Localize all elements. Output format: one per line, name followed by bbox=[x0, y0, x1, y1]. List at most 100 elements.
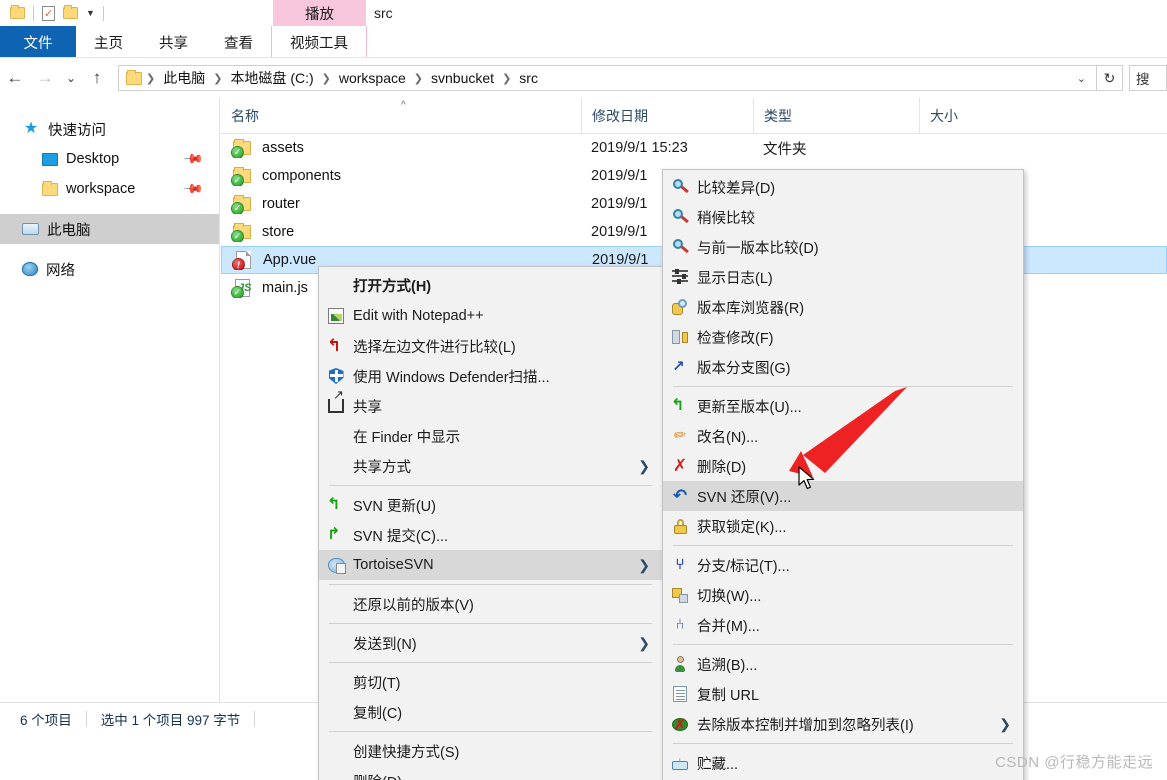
file-date: 2019/9/1 15:23 bbox=[591, 140, 688, 156]
menu-item-label: 删除(D) bbox=[697, 459, 747, 476]
breadcrumb-item-local-disk[interactable]: 本地磁盘 (C:) bbox=[226, 66, 317, 90]
menu-item-select-left-file-compare[interactable]: ↰ 选择左边文件进行比较(L) bbox=[319, 331, 662, 361]
column-header-date[interactable]: 修改日期 bbox=[581, 97, 753, 134]
sidebar-item-label: Desktop bbox=[66, 151, 120, 167]
submenu-item-diff[interactable]: 比较差异(D) bbox=[663, 172, 1023, 202]
folder-icon: ✓ bbox=[231, 138, 253, 158]
submenu-item-revision-graph[interactable]: ↗ 版本分支图(G) bbox=[663, 352, 1023, 382]
chevron-right-icon: ❯ bbox=[638, 556, 650, 573]
folder-icon bbox=[42, 180, 58, 196]
menu-separator bbox=[673, 545, 1013, 546]
sidebar-item-workspace[interactable]: workspace 📌 bbox=[0, 174, 219, 204]
pin-icon[interactable]: 📌 bbox=[182, 178, 204, 201]
menu-separator bbox=[673, 644, 1013, 645]
tab-video-tools[interactable]: 视频工具 bbox=[271, 26, 367, 58]
column-header-label: 类型 bbox=[764, 107, 792, 124]
menu-item-label: 复制(C) bbox=[353, 705, 403, 722]
menu-item-label: SVN 还原(V)... bbox=[697, 489, 792, 506]
address-breadcrumb-bar[interactable]: ❯ 此电脑 ❯ 本地磁盘 (C:) ❯ workspace ❯ svnbucke… bbox=[118, 65, 1097, 91]
status-item-count: 6 个项目 bbox=[20, 712, 72, 728]
submenu-item-check-modifications[interactable]: 检查修改(F) bbox=[663, 322, 1023, 352]
menu-item-open-with[interactable]: 打开方式(H) bbox=[319, 269, 662, 301]
menu-item-svn-commit[interactable]: ↱ SVN 提交(C)... bbox=[319, 520, 662, 550]
column-header-name[interactable]: ^ 名称 bbox=[221, 98, 581, 134]
menu-separator bbox=[329, 731, 652, 732]
menu-item-show-in-finder[interactable]: 在 Finder 中显示 bbox=[319, 421, 662, 451]
chevron-right-icon: ❯ bbox=[999, 715, 1011, 732]
file-name: assets bbox=[262, 140, 304, 156]
sidebar-item-network[interactable]: 网络 bbox=[0, 254, 219, 284]
menu-item-create-shortcut[interactable]: 创建快捷方式(S) bbox=[319, 736, 662, 766]
tab-play-contextual[interactable]: 播放 bbox=[273, 0, 366, 26]
submenu-item-blame[interactable]: 追溯(B)... bbox=[663, 649, 1023, 679]
table-row[interactable]: ✓ assets 2019/9/1 15:23 文件夹 bbox=[221, 134, 1167, 162]
sidebar-item-this-pc[interactable]: 此电脑 bbox=[0, 214, 219, 244]
refresh-icon[interactable]: ↻ bbox=[1097, 65, 1123, 91]
submenu-item-stash[interactable]: ↓ 贮藏... bbox=[663, 748, 1023, 778]
status-selection-info: 选中 1 个项目 997 字节 bbox=[100, 712, 241, 728]
window-title: src bbox=[374, 0, 393, 26]
menu-item-tortoisesvn[interactable]: TortoiseSVN ❯ bbox=[319, 550, 662, 580]
breadcrumb-item-src[interactable]: src bbox=[515, 68, 542, 88]
log-icon bbox=[663, 262, 697, 292]
menu-item-label: 去除版本控制并增加到忽略列表(I) bbox=[697, 717, 914, 734]
tab-home[interactable]: 主页 bbox=[76, 26, 141, 58]
sidebar-item-quick-access[interactable]: ★ 快速访问 bbox=[0, 114, 219, 144]
column-header-label: 大小 bbox=[930, 107, 958, 124]
tab-home-label: 主页 bbox=[94, 35, 123, 52]
switch-icon bbox=[663, 580, 697, 610]
back-arrow-icon[interactable]: ← bbox=[0, 63, 30, 93]
submenu-item-show-log[interactable]: 显示日志(L) bbox=[663, 262, 1023, 292]
menu-item-share-with[interactable]: 共享方式 ❯ bbox=[319, 451, 662, 481]
explorer-system-icon[interactable] bbox=[10, 5, 25, 19]
menu-item-label: 追溯(B)... bbox=[697, 657, 758, 674]
submenu-item-rename[interactable]: ✏ 改名(N)... bbox=[663, 421, 1023, 451]
breadcrumb-item-this-pc[interactable]: 此电脑 bbox=[159, 66, 209, 90]
sidebar-item-desktop[interactable]: Desktop 📌 bbox=[0, 144, 219, 174]
menu-item-send-to[interactable]: 发送到(N) ❯ bbox=[319, 628, 662, 658]
submenu-item-get-lock[interactable]: 获取锁定(K)... bbox=[663, 511, 1023, 541]
magnifier-icon bbox=[663, 172, 697, 202]
submenu-item-delete[interactable]: ✗ 删除(D) bbox=[663, 451, 1023, 481]
copy-icon bbox=[319, 697, 353, 727]
customize-qat-caret-icon[interactable]: ▼ bbox=[86, 8, 95, 18]
menu-item-svn-update[interactable]: ↰ SVN 更新(U) bbox=[319, 490, 662, 520]
submenu-item-svn-revert[interactable]: ↶ SVN 还原(V)... bbox=[663, 481, 1023, 511]
column-header-type[interactable]: 类型 bbox=[753, 97, 919, 134]
submenu-item-diff-later[interactable]: 稍候比较 bbox=[663, 202, 1023, 232]
submenu-item-switch[interactable]: 切换(W)... bbox=[663, 580, 1023, 610]
breadcrumb-item-svnbucket[interactable]: svnbucket bbox=[427, 68, 498, 88]
menu-item-share[interactable]: 共享 bbox=[319, 387, 662, 421]
search-input-text: 搜 bbox=[1136, 72, 1150, 87]
address-chevron-down-icon[interactable]: ⌄ bbox=[1071, 72, 1092, 85]
column-header-size[interactable]: 大小 bbox=[919, 97, 1039, 134]
recent-locations-chevron-down-icon[interactable]: ⌄ bbox=[60, 63, 82, 93]
tab-share[interactable]: 共享 bbox=[141, 26, 206, 58]
submenu-item-repo-browser[interactable]: 版本库浏览器(R) bbox=[663, 292, 1023, 322]
forward-arrow-icon[interactable]: → bbox=[30, 63, 60, 93]
menu-item-delete[interactable]: 删除(D) bbox=[319, 766, 662, 780]
pin-icon[interactable]: 📌 bbox=[182, 148, 204, 171]
submenu-item-unversion-add-ignore[interactable]: ✗ 去除版本控制并增加到忽略列表(I) ❯ bbox=[663, 709, 1023, 739]
menu-item-windows-defender-scan[interactable]: 使用 Windows Defender扫描... bbox=[319, 361, 662, 391]
submenu-item-copy-url[interactable]: 复制 URL bbox=[663, 679, 1023, 709]
submenu-item-branch-tag[interactable]: ⑂ 分支/标记(T)... bbox=[663, 550, 1023, 580]
submenu-item-merge[interactable]: ⑃ 合并(M)... bbox=[663, 610, 1023, 640]
properties-icon[interactable]: ✓ bbox=[42, 5, 55, 21]
submenu-item-diff-previous[interactable]: 与前一版本比较(D) bbox=[663, 232, 1023, 262]
breadcrumb-item-workspace[interactable]: workspace bbox=[335, 68, 410, 88]
branch-tag-icon: ⑂ bbox=[675, 556, 685, 573]
finder-icon bbox=[319, 421, 353, 451]
tab-view[interactable]: 查看 bbox=[206, 26, 271, 58]
up-arrow-icon[interactable]: ↑ bbox=[82, 63, 112, 93]
menu-item-copy[interactable]: 复制(C) bbox=[319, 697, 662, 727]
menu-item-edit-with-notepadpp[interactable]: Edit with Notepad++ bbox=[319, 301, 662, 331]
submenu-item-update-to-revision[interactable]: ↰ 更新至版本(U)... bbox=[663, 391, 1023, 421]
breadcrumb-separator: ❯ bbox=[413, 72, 424, 85]
search-input[interactable]: 搜 bbox=[1129, 65, 1167, 91]
menu-item-restore-previous-versions[interactable]: 还原以前的版本(V) bbox=[319, 589, 662, 619]
js-file-icon: JS ✓ bbox=[231, 278, 253, 298]
new-folder-icon[interactable] bbox=[63, 5, 78, 19]
menu-item-cut[interactable]: 剪切(T) bbox=[319, 667, 662, 697]
tab-file[interactable]: 文件 bbox=[0, 26, 76, 58]
